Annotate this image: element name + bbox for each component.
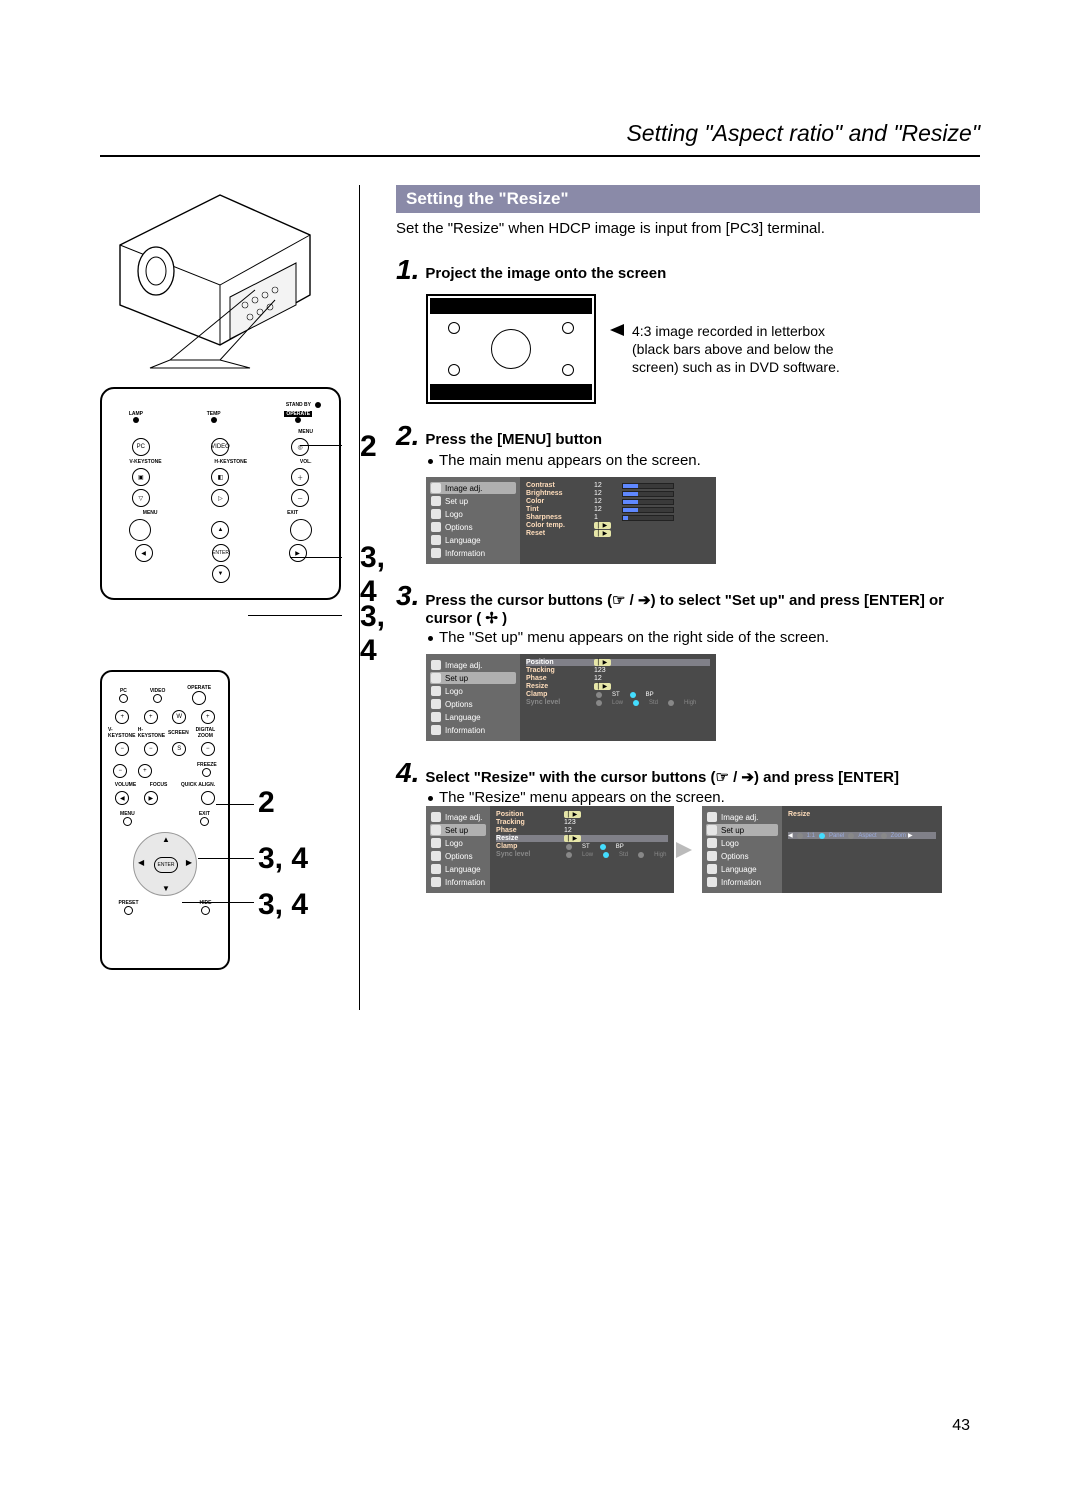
remote-menu-button[interactable] xyxy=(123,817,132,826)
menu-top-label: MENU xyxy=(298,429,313,435)
panel-callout-34a: 3, 4 xyxy=(360,541,385,609)
remote-enter-button[interactable]: ENTER xyxy=(154,857,178,873)
remote-vkey-up[interactable]: + xyxy=(115,710,129,724)
hkeystone-label: H-KEYSTONE xyxy=(214,459,247,465)
hkeystone-button[interactable]: ◧ xyxy=(211,468,229,486)
remote-zoom-up[interactable]: − xyxy=(113,764,127,778)
arrow-left-icon xyxy=(610,324,624,336)
panel-circle-2[interactable]: ▷ xyxy=(211,489,229,507)
remote-quick-button[interactable] xyxy=(201,791,215,805)
vol-minus-button[interactable]: － xyxy=(291,489,309,507)
step3-number: 3. xyxy=(396,582,419,610)
section-intro: Set the "Resize" when HDCP image is inpu… xyxy=(396,219,980,238)
left-column: STAND BY LAMP TEMP OPERATE MENU PC VIDEO… xyxy=(100,185,360,1010)
page-title: Setting "Aspect ratio" and "Resize" xyxy=(100,120,980,147)
arrow-right-icon xyxy=(676,842,692,858)
step4-title: Select "Resize" with the cursor buttons … xyxy=(425,759,899,786)
vol-plus-button[interactable]: ＋ xyxy=(291,468,309,486)
step3-bullet: The "Set up" menu appears on the right s… xyxy=(428,629,980,646)
standby-label: STAND BY xyxy=(286,402,311,408)
step1-title: Project the image onto the screen xyxy=(425,256,666,282)
remote-hkey-down[interactable]: − xyxy=(144,742,158,756)
remote-vkey-label: V-KEYSTONE xyxy=(108,727,138,739)
cursor-right-button[interactable]: ▶ xyxy=(289,544,307,562)
remote-hkey-up[interactable]: + xyxy=(144,710,158,724)
remote-screen-label: SCREEN xyxy=(168,730,189,736)
resize-submenu-mock: Image adj. Set up Logo Options Language … xyxy=(702,806,942,893)
remote-focus-label: FOCUS xyxy=(150,782,168,788)
remote-video-button[interactable] xyxy=(153,694,162,703)
remote-zoom-down[interactable]: + xyxy=(138,764,152,778)
remote-callout-2: 2 xyxy=(258,786,275,820)
exit-label: EXIT xyxy=(287,510,298,516)
step4-bullet: The "Resize" menu appears on the screen. xyxy=(428,789,980,806)
remote-operate-button[interactable] xyxy=(192,691,206,705)
remote-vkey-down[interactable]: − xyxy=(115,742,129,756)
projector-control-panel: STAND BY LAMP TEMP OPERATE MENU PC VIDEO… xyxy=(100,387,341,600)
remote-video-label: VIDEO xyxy=(150,688,166,694)
vol-label: VOL. xyxy=(300,459,312,465)
projector-illustration xyxy=(100,185,341,385)
step1-number: 1. xyxy=(396,256,419,284)
menu-ring-button[interactable]: ◎ xyxy=(291,438,309,456)
remote-pc-button[interactable] xyxy=(119,694,128,703)
cursor-down-button[interactable]: ▼ xyxy=(212,565,230,583)
step2-title: Press the [MENU] button xyxy=(425,422,602,448)
remote-dpad[interactable]: ▲ ◀ ▶ ▼ ENTER xyxy=(133,832,197,896)
letterbox-caption: 4:3 image recorded in letterbox (black b… xyxy=(632,322,842,377)
cursor-left-button[interactable]: ◀ xyxy=(135,544,153,562)
vkeystone-label: V-KEYSTONE xyxy=(129,459,161,465)
title-underline xyxy=(100,155,980,157)
remote-callout-34a: 3, 4 xyxy=(258,842,308,876)
temp-led xyxy=(211,417,217,423)
remote-dzoom-label: DIGITAL ZOOM xyxy=(189,727,222,739)
step2-bullet: The main menu appears on the screen. xyxy=(428,452,980,469)
section-header: Setting the "Resize" xyxy=(396,185,980,213)
panel-menu-button[interactable] xyxy=(129,519,151,541)
step4-number: 4. xyxy=(396,759,419,787)
remote-quick-label: QUICK ALIGN. xyxy=(181,782,215,788)
panel-callout-2: 2 xyxy=(360,430,377,464)
remote-screen-down[interactable]: S xyxy=(172,742,186,756)
remote-preset-button[interactable] xyxy=(124,906,133,915)
panel-exit-button[interactable] xyxy=(290,519,312,541)
panel-enter-button[interactable]: ENTER xyxy=(212,544,230,562)
remote-hkey-label: H-KEYSTONE xyxy=(138,727,168,739)
remote-volume-label: VOLUME xyxy=(115,782,136,788)
video-button[interactable]: VIDEO xyxy=(211,438,229,456)
setup-menu-mock: Image adj. Set up Logo Options Language … xyxy=(426,654,716,741)
operate-led xyxy=(295,417,301,423)
remote-callout-34b: 3, 4 xyxy=(258,888,308,922)
remote-exit-button[interactable] xyxy=(200,817,209,826)
remote-control: PC VIDEO OPERATE + + W + V-KEYSTONE H-KE… xyxy=(100,670,230,970)
panel-callout-34b: 3, 4 xyxy=(360,600,385,668)
remote-vol-up[interactable]: ▶ xyxy=(144,791,158,805)
remote-freeze-button[interactable] xyxy=(202,768,211,777)
pc-button[interactable]: PC xyxy=(132,438,150,456)
main-menu-mock: Image adj. Set up Logo Options Language … xyxy=(426,477,716,564)
step3-title: Press the cursor buttons (☞ / ➔) to sele… xyxy=(425,582,980,627)
remote-vol-down[interactable]: ◀ xyxy=(115,791,129,805)
standby-led xyxy=(315,402,321,408)
menu-label: MENU xyxy=(143,510,158,516)
remote-hide-button[interactable] xyxy=(201,906,210,915)
remote-pc-label: PC xyxy=(119,688,128,694)
remote-screen-up[interactable]: W xyxy=(172,710,186,724)
vkeystone-button[interactable]: ▣ xyxy=(132,468,150,486)
setup-menu-resize-selected: Image adj. Set up Logo Options Language … xyxy=(426,806,666,893)
cursor-up-button[interactable]: ▲ xyxy=(211,521,229,539)
right-column: Setting the "Resize" Set the "Resize" wh… xyxy=(390,185,980,1010)
remote-dzoom-up[interactable]: + xyxy=(201,710,215,724)
remote-dzoom-down[interactable]: − xyxy=(201,742,215,756)
lamp-led xyxy=(133,417,139,423)
panel-circle-1[interactable]: ▽ xyxy=(132,489,150,507)
page-number: 43 xyxy=(952,1417,970,1435)
step2-number: 2. xyxy=(396,422,419,450)
letterbox-illustration xyxy=(426,294,596,404)
